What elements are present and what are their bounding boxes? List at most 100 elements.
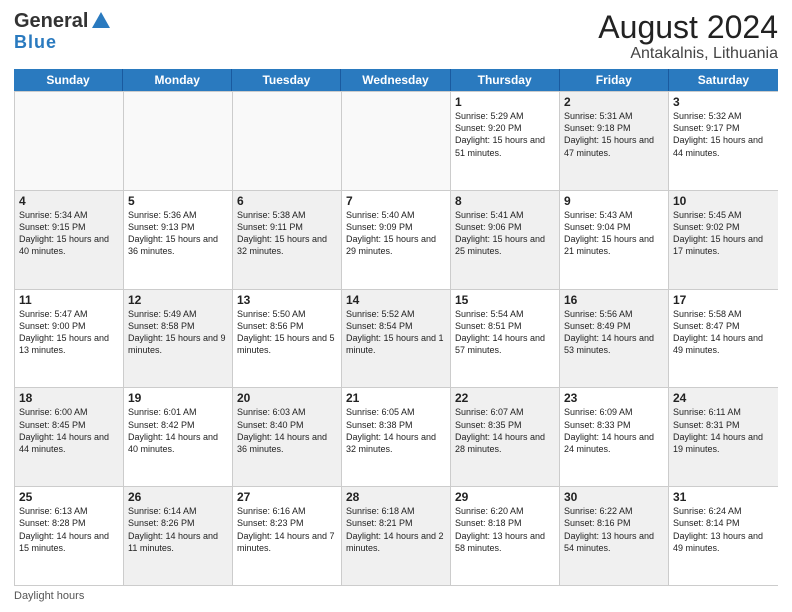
location-subtitle: Antakalnis, Lithuania: [598, 45, 778, 63]
logo-blue-text: Blue: [14, 32, 57, 53]
cell-info: Sunrise: 5:45 AM Sunset: 9:02 PM Dayligh…: [673, 209, 774, 258]
cell-info: Sunrise: 5:54 AM Sunset: 8:51 PM Dayligh…: [455, 308, 555, 357]
calendar-cell: 4Sunrise: 5:34 AM Sunset: 9:15 PM Daylig…: [15, 191, 124, 289]
day-number: 25: [19, 490, 119, 504]
cell-info: Sunrise: 5:38 AM Sunset: 9:11 PM Dayligh…: [237, 209, 337, 258]
cell-info: Sunrise: 5:32 AM Sunset: 9:17 PM Dayligh…: [673, 110, 774, 159]
logo: General Blue: [14, 10, 112, 53]
calendar-cell: 18Sunrise: 6:00 AM Sunset: 8:45 PM Dayli…: [15, 388, 124, 486]
cell-info: Sunrise: 5:36 AM Sunset: 9:13 PM Dayligh…: [128, 209, 228, 258]
day-number: 16: [564, 293, 664, 307]
day-number: 12: [128, 293, 228, 307]
day-number: 10: [673, 194, 774, 208]
logo-general: General: [14, 11, 88, 31]
cell-info: Sunrise: 5:49 AM Sunset: 8:58 PM Dayligh…: [128, 308, 228, 357]
day-of-week-header: Wednesday: [341, 69, 450, 91]
calendar-cell: 11Sunrise: 5:47 AM Sunset: 9:00 PM Dayli…: [15, 290, 124, 388]
day-number: 31: [673, 490, 774, 504]
cell-info: Sunrise: 6:00 AM Sunset: 8:45 PM Dayligh…: [19, 406, 119, 455]
cell-info: Sunrise: 5:47 AM Sunset: 9:00 PM Dayligh…: [19, 308, 119, 357]
cell-info: Sunrise: 6:18 AM Sunset: 8:21 PM Dayligh…: [346, 505, 446, 554]
calendar-cell: [342, 92, 451, 190]
day-number: 2: [564, 95, 664, 109]
calendar-cell: 7Sunrise: 5:40 AM Sunset: 9:09 PM Daylig…: [342, 191, 451, 289]
cell-info: Sunrise: 6:03 AM Sunset: 8:40 PM Dayligh…: [237, 406, 337, 455]
cell-info: Sunrise: 6:07 AM Sunset: 8:35 PM Dayligh…: [455, 406, 555, 455]
cell-info: Sunrise: 5:52 AM Sunset: 8:54 PM Dayligh…: [346, 308, 446, 357]
calendar-cell: 24Sunrise: 6:11 AM Sunset: 8:31 PM Dayli…: [669, 388, 778, 486]
day-number: 4: [19, 194, 119, 208]
day-of-week-header: Thursday: [451, 69, 560, 91]
calendar-row: 1Sunrise: 5:29 AM Sunset: 9:20 PM Daylig…: [15, 92, 778, 191]
day-number: 21: [346, 391, 446, 405]
calendar-cell: 17Sunrise: 5:58 AM Sunset: 8:47 PM Dayli…: [669, 290, 778, 388]
day-number: 29: [455, 490, 555, 504]
day-number: 14: [346, 293, 446, 307]
day-number: 27: [237, 490, 337, 504]
calendar-cell: 25Sunrise: 6:13 AM Sunset: 8:28 PM Dayli…: [15, 487, 124, 585]
cell-info: Sunrise: 6:14 AM Sunset: 8:26 PM Dayligh…: [128, 505, 228, 554]
cell-info: Sunrise: 5:41 AM Sunset: 9:06 PM Dayligh…: [455, 209, 555, 258]
calendar-row: 11Sunrise: 5:47 AM Sunset: 9:00 PM Dayli…: [15, 290, 778, 389]
calendar-cell: 10Sunrise: 5:45 AM Sunset: 9:02 PM Dayli…: [669, 191, 778, 289]
calendar-cell: 9Sunrise: 5:43 AM Sunset: 9:04 PM Daylig…: [560, 191, 669, 289]
calendar-cell: 19Sunrise: 6:01 AM Sunset: 8:42 PM Dayli…: [124, 388, 233, 486]
calendar-cell: 3Sunrise: 5:32 AM Sunset: 9:17 PM Daylig…: [669, 92, 778, 190]
footer-note: Daylight hours: [14, 590, 778, 602]
calendar-row: 18Sunrise: 6:00 AM Sunset: 8:45 PM Dayli…: [15, 388, 778, 487]
calendar-row: 25Sunrise: 6:13 AM Sunset: 8:28 PM Dayli…: [15, 487, 778, 586]
calendar-cell: 29Sunrise: 6:20 AM Sunset: 8:18 PM Dayli…: [451, 487, 560, 585]
cell-info: Sunrise: 6:01 AM Sunset: 8:42 PM Dayligh…: [128, 406, 228, 455]
title-area: August 2024 Antakalnis, Lithuania: [598, 10, 778, 63]
calendar-cell: 28Sunrise: 6:18 AM Sunset: 8:21 PM Dayli…: [342, 487, 451, 585]
calendar: SundayMondayTuesdayWednesdayThursdayFrid…: [14, 69, 778, 586]
calendar-cell: 14Sunrise: 5:52 AM Sunset: 8:54 PM Dayli…: [342, 290, 451, 388]
day-of-week-header: Monday: [123, 69, 232, 91]
calendar-cell: 5Sunrise: 5:36 AM Sunset: 9:13 PM Daylig…: [124, 191, 233, 289]
day-number: 8: [455, 194, 555, 208]
day-number: 3: [673, 95, 774, 109]
calendar-cell: 26Sunrise: 6:14 AM Sunset: 8:26 PM Dayli…: [124, 487, 233, 585]
calendar-row: 4Sunrise: 5:34 AM Sunset: 9:15 PM Daylig…: [15, 191, 778, 290]
cell-info: Sunrise: 5:29 AM Sunset: 9:20 PM Dayligh…: [455, 110, 555, 159]
calendar-cell: [124, 92, 233, 190]
day-number: 13: [237, 293, 337, 307]
day-of-week-header: Saturday: [669, 69, 778, 91]
calendar-cell: 2Sunrise: 5:31 AM Sunset: 9:18 PM Daylig…: [560, 92, 669, 190]
day-number: 23: [564, 391, 664, 405]
day-number: 28: [346, 490, 446, 504]
day-number: 19: [128, 391, 228, 405]
calendar-cell: 15Sunrise: 5:54 AM Sunset: 8:51 PM Dayli…: [451, 290, 560, 388]
calendar-cell: [15, 92, 124, 190]
cell-info: Sunrise: 6:13 AM Sunset: 8:28 PM Dayligh…: [19, 505, 119, 554]
calendar-cell: 13Sunrise: 5:50 AM Sunset: 8:56 PM Dayli…: [233, 290, 342, 388]
cell-info: Sunrise: 6:22 AM Sunset: 8:16 PM Dayligh…: [564, 505, 664, 554]
calendar-cell: 27Sunrise: 6:16 AM Sunset: 8:23 PM Dayli…: [233, 487, 342, 585]
cell-info: Sunrise: 5:31 AM Sunset: 9:18 PM Dayligh…: [564, 110, 664, 159]
cell-info: Sunrise: 5:58 AM Sunset: 8:47 PM Dayligh…: [673, 308, 774, 357]
cell-info: Sunrise: 5:43 AM Sunset: 9:04 PM Dayligh…: [564, 209, 664, 258]
day-number: 17: [673, 293, 774, 307]
cell-info: Sunrise: 5:50 AM Sunset: 8:56 PM Dayligh…: [237, 308, 337, 357]
day-of-week-header: Tuesday: [232, 69, 341, 91]
cell-info: Sunrise: 5:40 AM Sunset: 9:09 PM Dayligh…: [346, 209, 446, 258]
calendar-cell: 1Sunrise: 5:29 AM Sunset: 9:20 PM Daylig…: [451, 92, 560, 190]
day-number: 22: [455, 391, 555, 405]
cell-info: Sunrise: 6:20 AM Sunset: 8:18 PM Dayligh…: [455, 505, 555, 554]
calendar-cell: 31Sunrise: 6:24 AM Sunset: 8:14 PM Dayli…: [669, 487, 778, 585]
cell-info: Sunrise: 5:34 AM Sunset: 9:15 PM Dayligh…: [19, 209, 119, 258]
day-number: 1: [455, 95, 555, 109]
calendar-cell: 30Sunrise: 6:22 AM Sunset: 8:16 PM Dayli…: [560, 487, 669, 585]
day-number: 20: [237, 391, 337, 405]
day-number: 15: [455, 293, 555, 307]
day-number: 6: [237, 194, 337, 208]
cell-info: Sunrise: 5:56 AM Sunset: 8:49 PM Dayligh…: [564, 308, 664, 357]
calendar-cell: 23Sunrise: 6:09 AM Sunset: 8:33 PM Dayli…: [560, 388, 669, 486]
day-of-week-header: Friday: [560, 69, 669, 91]
calendar-body: 1Sunrise: 5:29 AM Sunset: 9:20 PM Daylig…: [14, 91, 778, 586]
calendar-cell: 16Sunrise: 5:56 AM Sunset: 8:49 PM Dayli…: [560, 290, 669, 388]
calendar-cell: [233, 92, 342, 190]
calendar-cell: 8Sunrise: 5:41 AM Sunset: 9:06 PM Daylig…: [451, 191, 560, 289]
day-number: 5: [128, 194, 228, 208]
day-number: 9: [564, 194, 664, 208]
